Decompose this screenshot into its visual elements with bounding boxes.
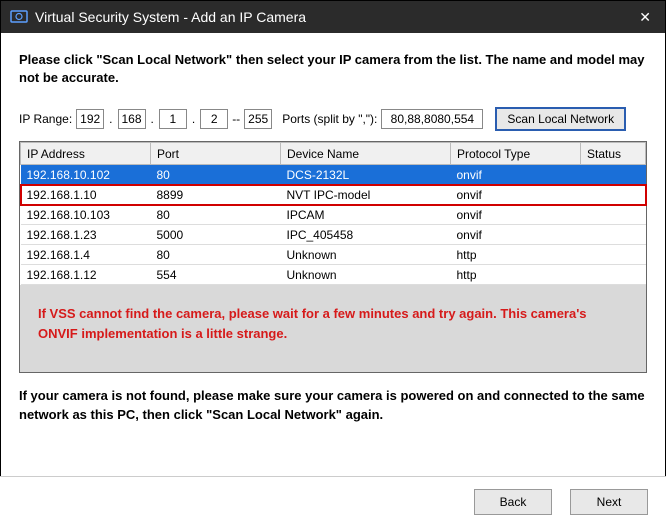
cell-port: 554 <box>151 265 281 285</box>
ip-seg-3[interactable] <box>159 109 187 129</box>
table-row[interactable]: 192.168.1.235000IPC_405458onvif <box>21 225 646 245</box>
cell-port: 80 <box>151 245 281 265</box>
cell-device: IPCAM <box>281 205 451 225</box>
instructions-top: Please click "Scan Local Network" then s… <box>19 51 647 87</box>
table-row[interactable]: 192.168.1.108899NVT IPC-modelonvif <box>21 185 646 205</box>
close-icon[interactable]: ✕ <box>633 9 657 26</box>
cell-protocol: http <box>451 265 581 285</box>
cell-ip: 192.168.10.102 <box>21 165 151 185</box>
table-row[interactable]: 192.168.1.480Unknownhttp <box>21 245 646 265</box>
ip-seg-4b[interactable] <box>244 109 272 129</box>
footer: Back Next <box>0 476 666 526</box>
table-row[interactable]: 192.168.1.12554Unknownhttp <box>21 265 646 285</box>
titlebar: Virtual Security System - Add an IP Came… <box>1 1 665 33</box>
cell-ip: 192.168.1.23 <box>21 225 151 245</box>
ip-seg-2[interactable] <box>118 109 146 129</box>
col-port[interactable]: Port <box>151 143 281 165</box>
cell-protocol: onvif <box>451 205 581 225</box>
app-icon <box>9 7 29 27</box>
back-button[interactable]: Back <box>474 489 552 515</box>
col-ip[interactable]: IP Address <box>21 143 151 165</box>
camera-table-wrapper: IP Address Port Device Name Protocol Typ… <box>19 141 647 373</box>
ports-input[interactable] <box>381 109 483 129</box>
cell-status <box>581 245 646 265</box>
cell-protocol: onvif <box>451 225 581 245</box>
cell-ip: 192.168.1.10 <box>21 185 151 205</box>
cell-device: Unknown <box>281 245 451 265</box>
ip-range-dash: -- <box>232 112 240 126</box>
onvif-note: If VSS cannot find the camera, please wa… <box>30 300 636 347</box>
ip-seg-4a[interactable] <box>200 109 228 129</box>
ports-label: Ports (split by ","): <box>282 112 377 126</box>
col-protocol[interactable]: Protocol Type <box>451 143 581 165</box>
cell-protocol: http <box>451 245 581 265</box>
cell-status <box>581 265 646 285</box>
cell-port: 80 <box>151 205 281 225</box>
cell-protocol: onvif <box>451 165 581 185</box>
cell-device: NVT IPC-model <box>281 185 451 205</box>
cell-port: 5000 <box>151 225 281 245</box>
instructions-bottom: If your camera is not found, please make… <box>19 387 647 425</box>
cell-ip: 192.168.1.12 <box>21 265 151 285</box>
cell-ip: 192.168.10.103 <box>21 205 151 225</box>
cell-status <box>581 165 646 185</box>
window-title: Virtual Security System - Add an IP Came… <box>35 9 306 25</box>
ip-range-label: IP Range: <box>19 112 72 126</box>
col-device[interactable]: Device Name <box>281 143 451 165</box>
cell-port: 8899 <box>151 185 281 205</box>
next-button[interactable]: Next <box>570 489 648 515</box>
table-row[interactable]: 192.168.10.10280DCS-2132Lonvif <box>21 165 646 185</box>
cell-protocol: onvif <box>451 185 581 205</box>
table-row[interactable]: 192.168.10.10380IPCAMonvif <box>21 205 646 225</box>
cell-device: DCS-2132L <box>281 165 451 185</box>
cell-ip: 192.168.1.4 <box>21 245 151 265</box>
scan-local-network-button[interactable]: Scan Local Network <box>495 107 626 131</box>
camera-table: IP Address Port Device Name Protocol Typ… <box>20 142 646 285</box>
col-status[interactable]: Status <box>581 143 646 165</box>
cell-status <box>581 225 646 245</box>
cell-port: 80 <box>151 165 281 185</box>
cell-status <box>581 185 646 205</box>
cell-status <box>581 205 646 225</box>
cell-device: Unknown <box>281 265 451 285</box>
cell-device: IPC_405458 <box>281 225 451 245</box>
ip-range-row: IP Range: . . . -- Ports (split by ","):… <box>19 107 647 131</box>
ip-seg-1[interactable] <box>76 109 104 129</box>
